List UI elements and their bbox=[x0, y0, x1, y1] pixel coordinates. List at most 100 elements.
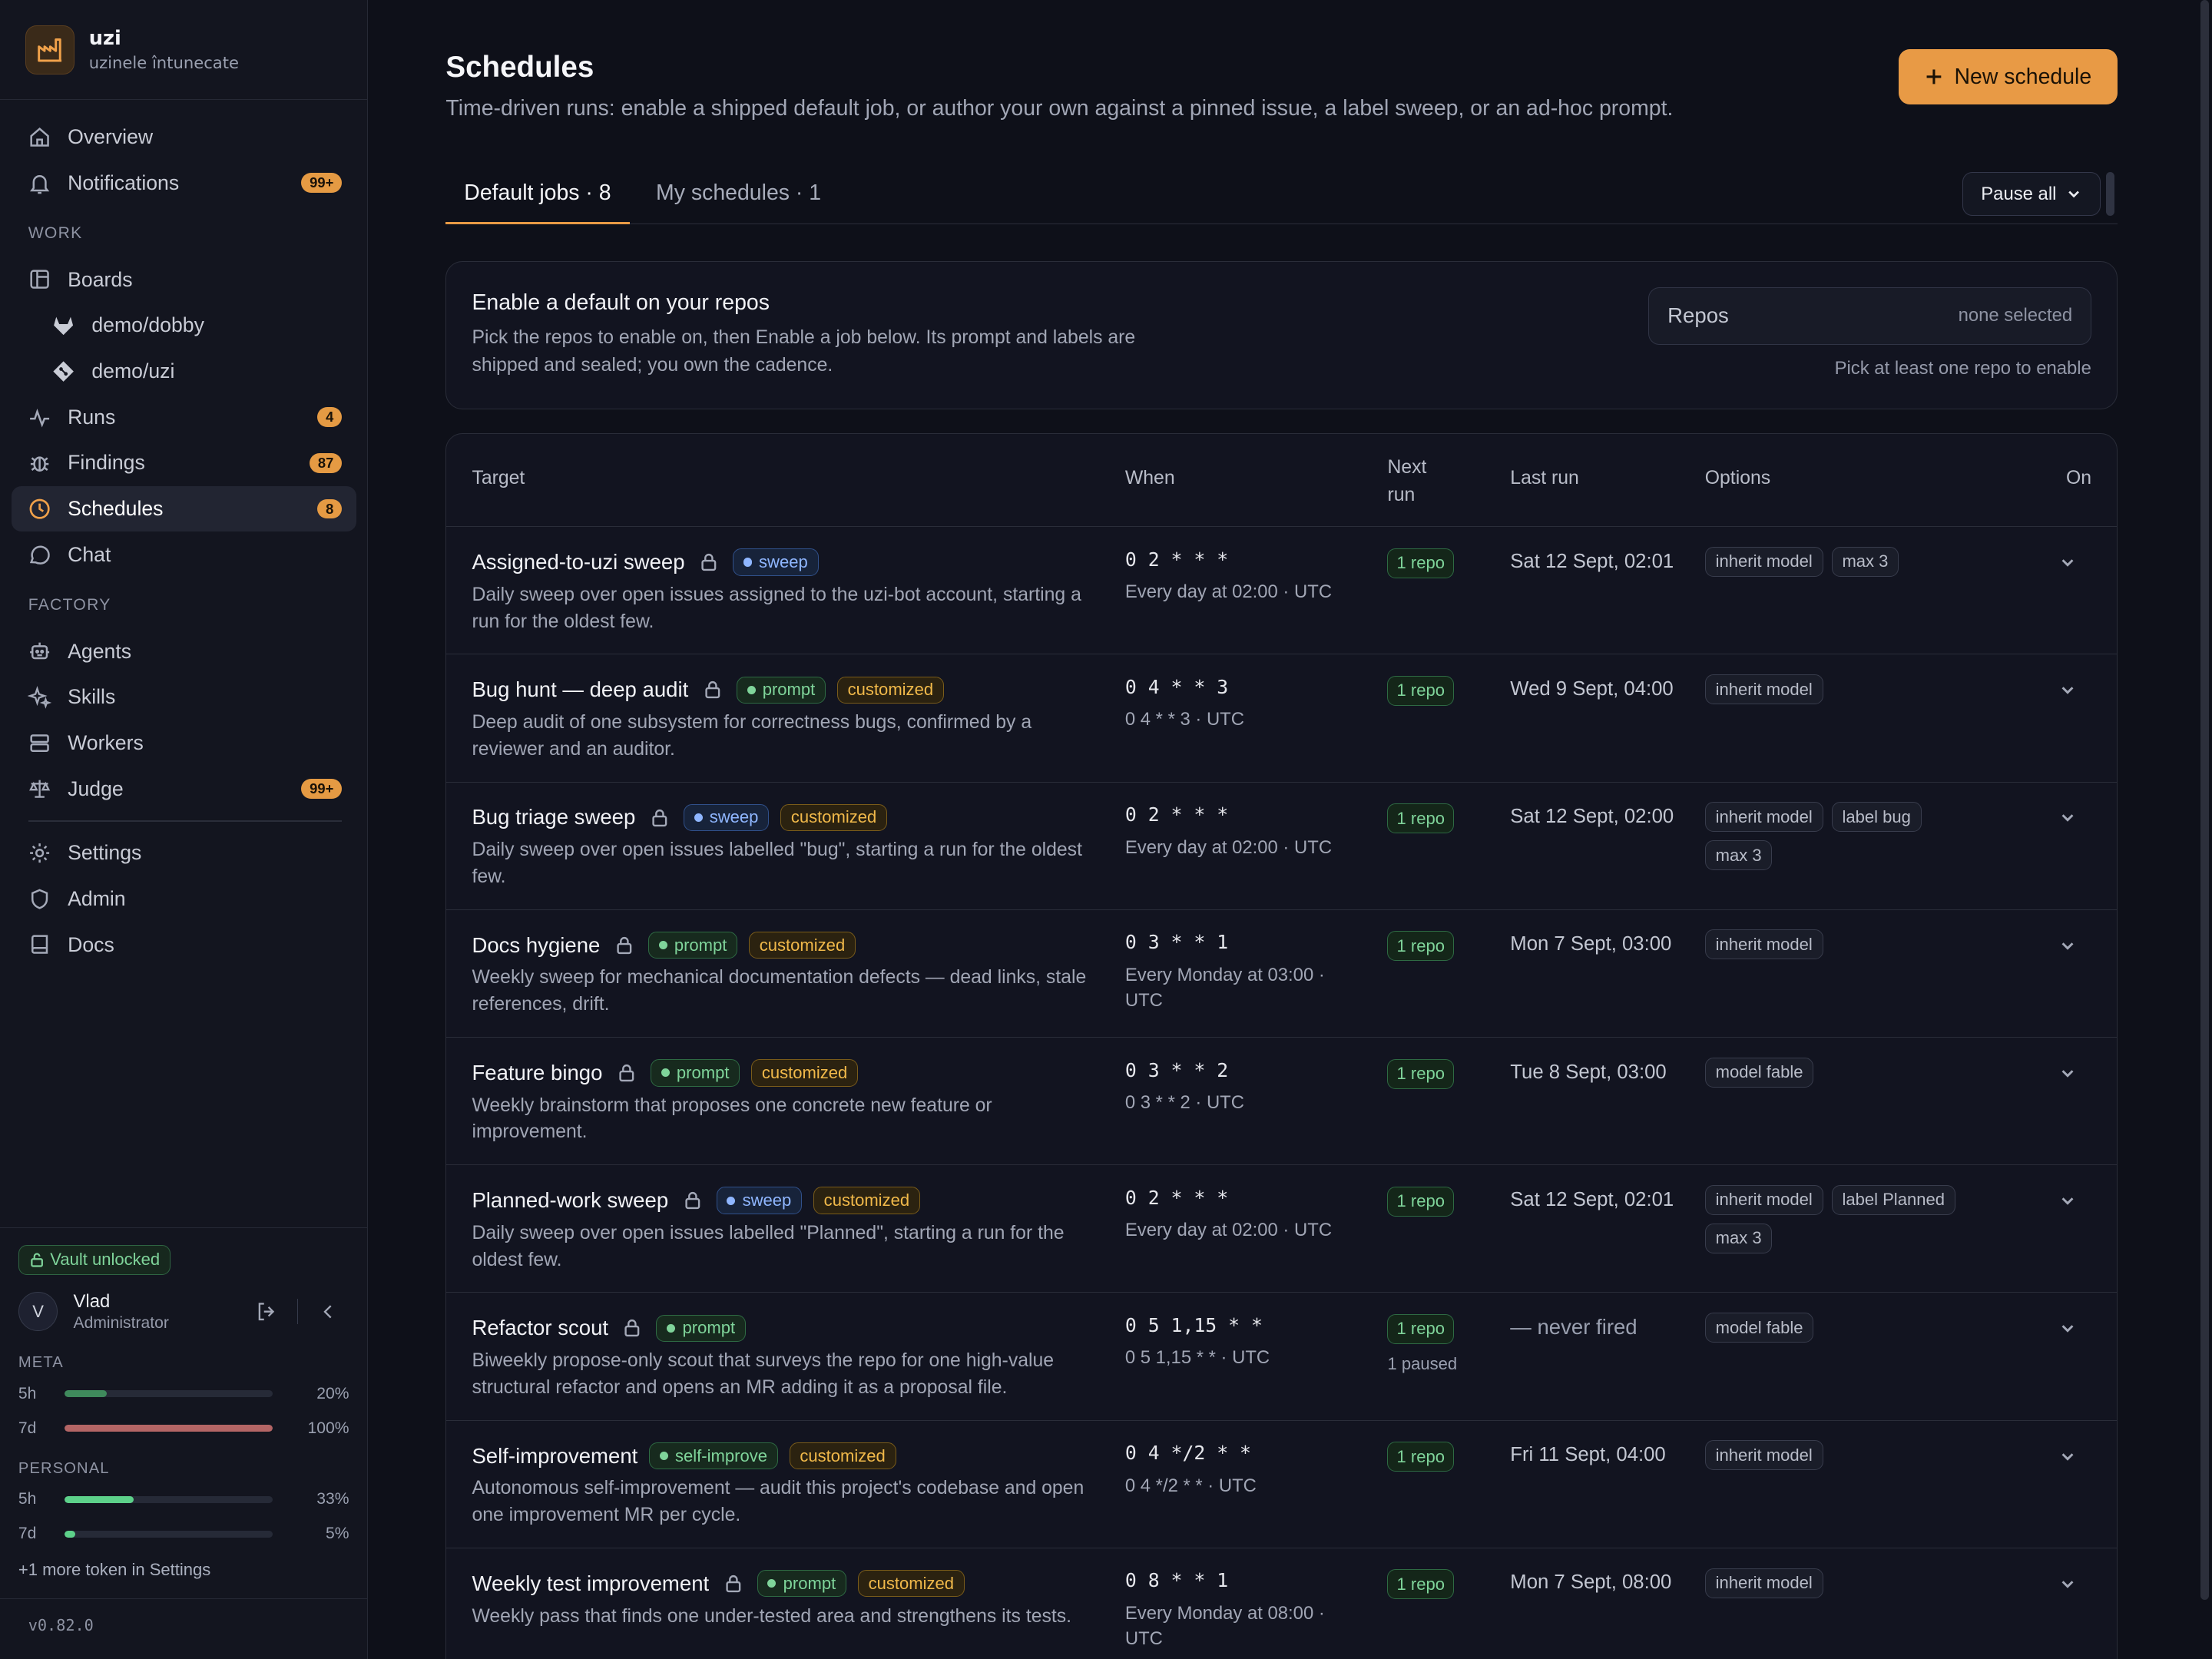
schedule-name[interactable]: Assigned-to-uzi sweep bbox=[472, 550, 684, 575]
repo-count-badge[interactable]: 1 repo bbox=[1387, 1569, 1454, 1600]
last-run-cell: Mon 7 Sept, 08:00 bbox=[1510, 1571, 1672, 1594]
sidebar-item-skills[interactable]: Skills bbox=[12, 674, 356, 720]
repo-count-badge[interactable]: 1 repo bbox=[1387, 1186, 1454, 1217]
chevron-down-icon[interactable] bbox=[2059, 1065, 2076, 1081]
schedule-name[interactable]: Feature bingo bbox=[472, 1061, 602, 1085]
sidebar-item-runs[interactable]: Runs 4 bbox=[12, 394, 356, 440]
quota-bar bbox=[65, 1530, 273, 1538]
chevron-down-icon[interactable] bbox=[2059, 809, 2076, 826]
chevron-down-icon[interactable] bbox=[2059, 1192, 2076, 1209]
logout-icon[interactable] bbox=[255, 1300, 277, 1323]
sidebar-item-findings[interactable]: Findings 87 bbox=[12, 440, 356, 486]
sidebar-item-repo-dobby[interactable]: demo/dobby bbox=[12, 303, 356, 349]
sidebar-divider bbox=[28, 820, 343, 822]
sidebar-item-schedules[interactable]: Schedules 8 bbox=[11, 485, 356, 532]
page-scrollbar[interactable] bbox=[2200, 0, 2210, 1600]
table-row[interactable]: Docs hygiene prompt customized Weekly sweep… bbox=[446, 910, 2117, 1038]
vault-status-badge[interactable]: Vault unlocked bbox=[18, 1244, 171, 1275]
chevron-down-icon[interactable] bbox=[2059, 554, 2076, 571]
schedule-name[interactable]: Bug hunt — deep audit bbox=[472, 677, 688, 702]
repo-count-badge[interactable]: 1 repo bbox=[1387, 1058, 1454, 1089]
sparkles-icon bbox=[27, 684, 52, 710]
sidebar-item-settings[interactable]: Settings bbox=[12, 830, 356, 876]
schedule-name[interactable]: Bug triage sweep bbox=[472, 805, 635, 830]
quota-bar bbox=[65, 1390, 273, 1398]
schedule-description: Autonomous self-improvement — audit this… bbox=[472, 1478, 1084, 1526]
target-cell: Refactor scout prompt Biweekly propose-onl… bbox=[472, 1313, 1092, 1402]
table-row[interactable]: Refactor scout prompt Biweekly propose-onl… bbox=[446, 1293, 2117, 1421]
gitlab-icon bbox=[51, 313, 76, 338]
user-role: Administrator bbox=[73, 1313, 169, 1332]
sidebar-item-admin[interactable]: Admin bbox=[12, 876, 356, 922]
sidebar-item-label: Overview bbox=[68, 125, 154, 149]
cron-expression: 0 2 * * * bbox=[1124, 548, 1229, 571]
quota-fill bbox=[65, 1495, 134, 1504]
findings-badge: 87 bbox=[309, 453, 343, 473]
board-icon bbox=[27, 267, 52, 293]
sidebar-item-repo-uzi[interactable]: demo/uzi bbox=[12, 349, 356, 395]
cron-expression: 0 4 * * 3 bbox=[1124, 675, 1229, 698]
next-run-cell: 1 repo bbox=[1387, 803, 1454, 834]
table-row[interactable]: Planned-work sweep sweep customized Daily s… bbox=[446, 1165, 2117, 1293]
tab-default-jobs[interactable]: Default jobs · 8 bbox=[445, 167, 630, 225]
shield-icon bbox=[27, 886, 52, 912]
chevron-down-icon[interactable] bbox=[2059, 1575, 2076, 1592]
option-chip: label Planned bbox=[1831, 1184, 1955, 1215]
repos-value: none selected bbox=[1958, 305, 2073, 326]
sidebar-item-agents[interactable]: Agents bbox=[12, 628, 356, 674]
sidebar-item-chat[interactable]: Chat bbox=[12, 531, 356, 578]
sidebar-item-judge[interactable]: Judge 99+ bbox=[12, 766, 356, 812]
kind-badge: self-improve bbox=[648, 1442, 778, 1470]
pause-all-dropdown[interactable]: Pause all bbox=[1962, 172, 2101, 217]
cron-human: 0 4 */2 * * · UTC bbox=[1124, 1475, 1257, 1496]
schedule-description: Deep audit of one subsystem for correctn… bbox=[472, 711, 1032, 760]
schedule-name[interactable]: Planned-work sweep bbox=[472, 1188, 668, 1213]
kind-label: sweep bbox=[759, 552, 808, 571]
table-row[interactable]: Bug triage sweep sweep customized Daily swe… bbox=[446, 783, 2117, 910]
repo-count-badge[interactable]: 1 repo bbox=[1387, 931, 1454, 962]
sidebar-item-notifications[interactable]: Notifications 99+ bbox=[12, 160, 356, 206]
tab-my-schedules[interactable]: My schedules · 1 bbox=[637, 167, 839, 224]
kind-label: sweep bbox=[709, 807, 759, 827]
repo-count-badge[interactable]: 1 repo bbox=[1387, 1313, 1454, 1344]
table-row[interactable]: Bug hunt — deep audit prompt customized Dee… bbox=[446, 654, 2117, 783]
new-schedule-button[interactable]: New schedule bbox=[1899, 49, 2118, 104]
schedule-name[interactable]: Docs hygiene bbox=[472, 933, 600, 958]
last-run-cell: Sat 12 Sept, 02:01 bbox=[1510, 550, 1674, 572]
collapse-sidebar-icon[interactable] bbox=[318, 1302, 338, 1322]
repo-count-badge[interactable]: 1 repo bbox=[1387, 803, 1454, 834]
repo-count-badge[interactable]: 1 repo bbox=[1387, 675, 1454, 706]
sidebar-item-overview[interactable]: Overview bbox=[12, 114, 356, 161]
sidebar-item-workers[interactable]: Workers bbox=[12, 720, 356, 767]
repos-select[interactable]: Repos none selected bbox=[1648, 286, 2092, 346]
scale-icon bbox=[27, 777, 52, 802]
repo-count-badge[interactable]: 1 repo bbox=[1387, 548, 1454, 578]
status-dot bbox=[694, 813, 703, 822]
schedule-name[interactable]: Refactor scout bbox=[472, 1316, 608, 1340]
quota-fill bbox=[65, 1425, 273, 1432]
chevron-down-icon[interactable] bbox=[2059, 1448, 2076, 1465]
sidebar-item-boards[interactable]: Boards bbox=[12, 257, 356, 303]
schedule-name[interactable]: Weekly test improvement bbox=[472, 1571, 709, 1596]
section-factory: FACTORY bbox=[28, 595, 111, 614]
chevron-down-icon[interactable] bbox=[2059, 937, 2076, 954]
more-tokens-link[interactable]: +1 more token in Settings bbox=[18, 1560, 349, 1580]
customized-badge: customized bbox=[748, 932, 856, 959]
section-work: WORK bbox=[28, 224, 83, 243]
chevron-down-icon[interactable] bbox=[2059, 1320, 2076, 1336]
table-row[interactable]: Self-improvement self-improve customized Au… bbox=[446, 1421, 2117, 1548]
table-row[interactable]: Weekly test improvement prompt customized W… bbox=[446, 1548, 2117, 1659]
quota-period: 7d bbox=[18, 1525, 37, 1543]
table-row[interactable]: Feature bingo prompt customized Weekly brai… bbox=[446, 1038, 2117, 1166]
schedule-name[interactable]: Self-improvement bbox=[472, 1444, 637, 1469]
sidebar-item-docs[interactable]: Docs bbox=[12, 922, 356, 968]
status-dot bbox=[743, 558, 752, 567]
chevron-down-icon[interactable] bbox=[2059, 681, 2076, 698]
next-run-cell: 1 repo bbox=[1387, 548, 1454, 578]
when-cell: 0 5 1,15 * * 0 5 1,15 * * · UTC bbox=[1125, 1314, 1344, 1370]
cron-expression: 0 2 * * * bbox=[1124, 803, 1229, 826]
brand[interactable]: uzi uzinele întunecate bbox=[0, 0, 368, 101]
avatar[interactable]: V bbox=[18, 1292, 58, 1332]
table-row[interactable]: Assigned-to-uzi sweep sweep Daily sweep ov… bbox=[446, 527, 2117, 655]
repo-count-badge[interactable]: 1 repo bbox=[1387, 1442, 1454, 1472]
